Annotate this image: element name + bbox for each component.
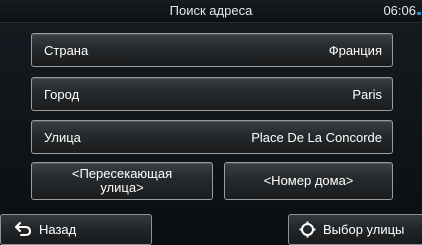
address-search-screen: Поиск адреса 06:06 Страна Франция Город …: [0, 0, 422, 245]
clock: 06:06: [383, 3, 416, 18]
country-value: Франция: [328, 43, 382, 58]
street-field[interactable]: Улица Place De La Concorde: [31, 120, 393, 154]
city-field[interactable]: Город Paris: [31, 77, 393, 111]
country-label: Страна: [44, 43, 89, 58]
city-value: Paris: [352, 87, 382, 102]
cross-street-button[interactable]: <Пересекающая улица>: [31, 162, 213, 200]
crosshair-icon: [299, 221, 316, 238]
street-value: Place De La Concorde: [251, 130, 382, 145]
cross-street-line2: улица>: [100, 180, 144, 195]
house-number-button[interactable]: <Номер дома>: [224, 162, 393, 200]
back-button[interactable]: Назад: [0, 214, 152, 245]
back-label: Назад: [39, 222, 77, 237]
select-street-label: Выбор улицы: [323, 222, 405, 237]
header-bar: Поиск адреса 06:06: [0, 0, 422, 23]
street-label: Улица: [44, 130, 81, 145]
house-number-label: <Номер дома>: [263, 173, 354, 188]
page-title: Поиск адреса: [169, 3, 253, 18]
city-label: Город: [44, 87, 80, 102]
back-arrow-icon: [15, 222, 31, 236]
gps-signal-icon: [417, 12, 421, 15]
cross-street-line1: <Пересекающая: [71, 166, 173, 181]
country-field[interactable]: Страна Франция: [31, 33, 393, 67]
select-street-button[interactable]: Выбор улицы: [288, 214, 422, 245]
